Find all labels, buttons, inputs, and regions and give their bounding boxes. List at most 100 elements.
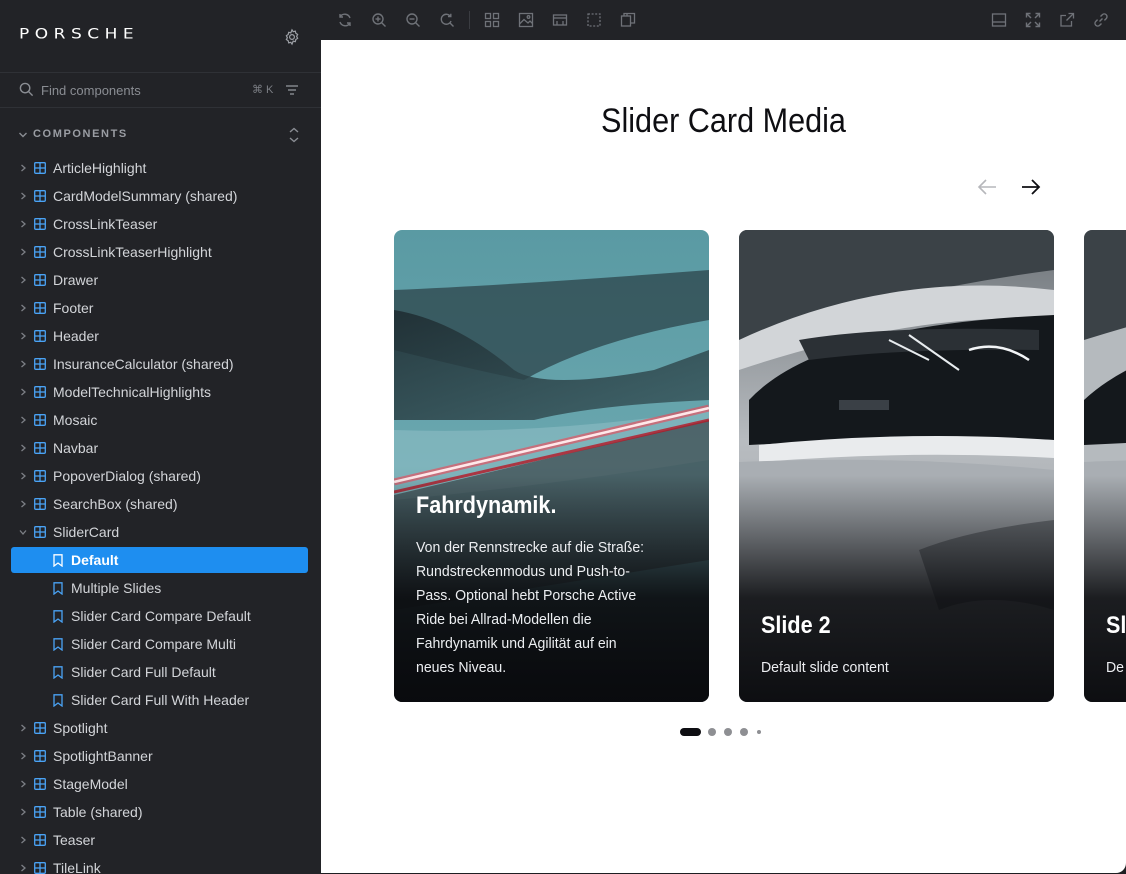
open-new-tab-icon[interactable] [1059, 12, 1075, 28]
zoom-out-icon[interactable] [405, 12, 421, 28]
sidebar-item-label: InsuranceCalculator (shared) [53, 356, 234, 372]
sidebar-item-label: Spotlight [53, 720, 108, 736]
chevron-right-icon [21, 864, 26, 872]
sidebar-item[interactable]: PopoverDialog (shared) [0, 462, 321, 490]
search-shortcut-hint: ⌘ K [252, 84, 274, 96]
sidebar-item[interactable]: InsuranceCalculator (shared) [0, 350, 321, 378]
card-title: Slide 2 [761, 612, 831, 639]
sidebar-item[interactable]: StageModel [0, 770, 321, 798]
card-description: Default slide content [761, 659, 889, 676]
sidebar-item[interactable]: SpotlightBanner [0, 742, 321, 770]
sidebar-item-label: ModelTechnicalHighlights [53, 384, 211, 400]
story-item[interactable]: Slider Card Full With Header [0, 686, 321, 714]
arrow-left-icon[interactable] [976, 177, 998, 197]
slider-card[interactable]: Fahrdynamik. Von der Rennstrecke auf die… [394, 230, 709, 702]
sidebar-item-label: TileLink [53, 860, 101, 874]
sidebar-item[interactable]: SearchBox (shared) [0, 490, 321, 518]
pagination-dot[interactable] [708, 728, 716, 736]
copy-link-icon[interactable] [1093, 12, 1109, 28]
toolbar-separator [469, 11, 470, 29]
card-description: Von der Rennstrecke auf die Straße: Rund… [416, 539, 645, 676]
panel-toggle-icon[interactable] [991, 12, 1007, 28]
sidebar-item[interactable]: ModelTechnicalHighlights [0, 378, 321, 406]
story-item-default[interactable]: Default [0, 546, 321, 574]
sidebar-item-label: SliderCard [53, 524, 120, 540]
zoom-reset-icon[interactable] [439, 12, 455, 28]
fullscreen-icon[interactable] [1025, 12, 1041, 28]
story-item[interactable]: Slider Card Compare Multi [0, 630, 321, 658]
sidebar-item[interactable]: Footer [0, 294, 321, 322]
sidebar-item[interactable]: CrossLinkTeaser [0, 210, 321, 238]
sidebar-item[interactable]: Table (shared) [0, 798, 321, 826]
story-item-label: Default [71, 552, 119, 568]
sidebar-item-label: Mosaic [53, 412, 98, 428]
sidebar-item[interactable]: Drawer [0, 266, 321, 294]
chevron-right-icon [21, 192, 26, 200]
sidebar-item-label: Footer [53, 300, 94, 316]
preview-toolbar [321, 0, 1126, 40]
component-icon [34, 162, 46, 174]
bookmark-icon [53, 554, 63, 567]
sidebar-item[interactable]: CardModelSummary (shared) [0, 182, 321, 210]
sidebar-item-label: StageModel [53, 776, 128, 792]
components-section-header[interactable]: COMPONENTS [0, 122, 321, 148]
sidebar-item[interactable]: Spotlight [0, 714, 321, 742]
chevron-right-icon [21, 248, 26, 256]
chevron-right-icon [21, 500, 26, 508]
sidebar-item-label: ArticleHighlight [53, 160, 147, 176]
page-title: Slider Card Media [601, 102, 846, 140]
component-icon [34, 218, 46, 230]
bookmark-icon [53, 638, 63, 651]
pagination-dot[interactable] [740, 728, 748, 736]
story-item[interactable]: Slider Card Compare Default [0, 602, 321, 630]
slider-card[interactable]: Slide 2 Default slide content [739, 230, 1054, 702]
component-icon [34, 526, 46, 538]
search-input[interactable] [41, 79, 241, 101]
story-item[interactable]: Multiple Slides [0, 574, 321, 602]
chevron-right-icon [21, 780, 26, 788]
sidebar-item[interactable]: Mosaic [0, 406, 321, 434]
chevron-right-icon [21, 724, 26, 732]
chevron-down-icon [19, 132, 27, 138]
chevron-right-icon [21, 752, 26, 760]
viewport-icon[interactable] [552, 12, 568, 28]
component-icon [34, 722, 46, 734]
card-title: Fahrdynamik. [416, 492, 557, 519]
background-icon[interactable] [518, 12, 534, 28]
sidebar: PORSCHE ⌘ K COMPONENTS ArticleHighlight [0, 0, 321, 874]
filter-icon[interactable] [285, 83, 299, 97]
sidebar-item[interactable]: Header [0, 322, 321, 350]
zoom-in-icon[interactable] [371, 12, 387, 28]
pagination-dot-active[interactable] [680, 728, 701, 736]
component-icon [34, 246, 46, 258]
story-item[interactable]: Slider Card Full Default [0, 658, 321, 686]
outline-icon[interactable] [586, 12, 602, 28]
chevron-down-icon [19, 530, 27, 535]
story-item-label: Slider Card Full With Header [71, 692, 250, 708]
component-icon [34, 750, 46, 762]
grid-icon[interactable] [484, 12, 500, 28]
component-icon [34, 414, 46, 426]
search-bar: ⌘ K [0, 72, 321, 108]
sidebar-item-slidercard[interactable]: SliderCard [0, 518, 321, 546]
sidebar-item[interactable]: Teaser [0, 826, 321, 854]
chevron-right-icon [21, 276, 26, 284]
sidebar-item[interactable]: TileLink [0, 854, 321, 874]
gear-icon[interactable] [283, 28, 301, 46]
sidebar-item-label: Table (shared) [53, 804, 143, 820]
arrow-right-icon[interactable] [1020, 177, 1042, 197]
component-icon [34, 834, 46, 846]
sidebar-item[interactable]: ArticleHighlight [0, 154, 321, 182]
pagination-dot[interactable] [757, 730, 761, 734]
story-item-label: Slider Card Compare Multi [71, 636, 236, 652]
measure-icon[interactable] [620, 12, 636, 28]
reload-icon[interactable] [337, 12, 353, 28]
expand-collapse-icon[interactable] [287, 126, 301, 144]
porsche-logo[interactable]: PORSCHE [19, 26, 139, 42]
component-icon [34, 806, 46, 818]
pagination-dot[interactable] [724, 728, 732, 736]
component-icon [34, 274, 46, 286]
sidebar-item[interactable]: CrossLinkTeaserHighlight [0, 238, 321, 266]
sidebar-item[interactable]: Navbar [0, 434, 321, 462]
slider-card[interactable]: Sl De [1084, 230, 1126, 702]
